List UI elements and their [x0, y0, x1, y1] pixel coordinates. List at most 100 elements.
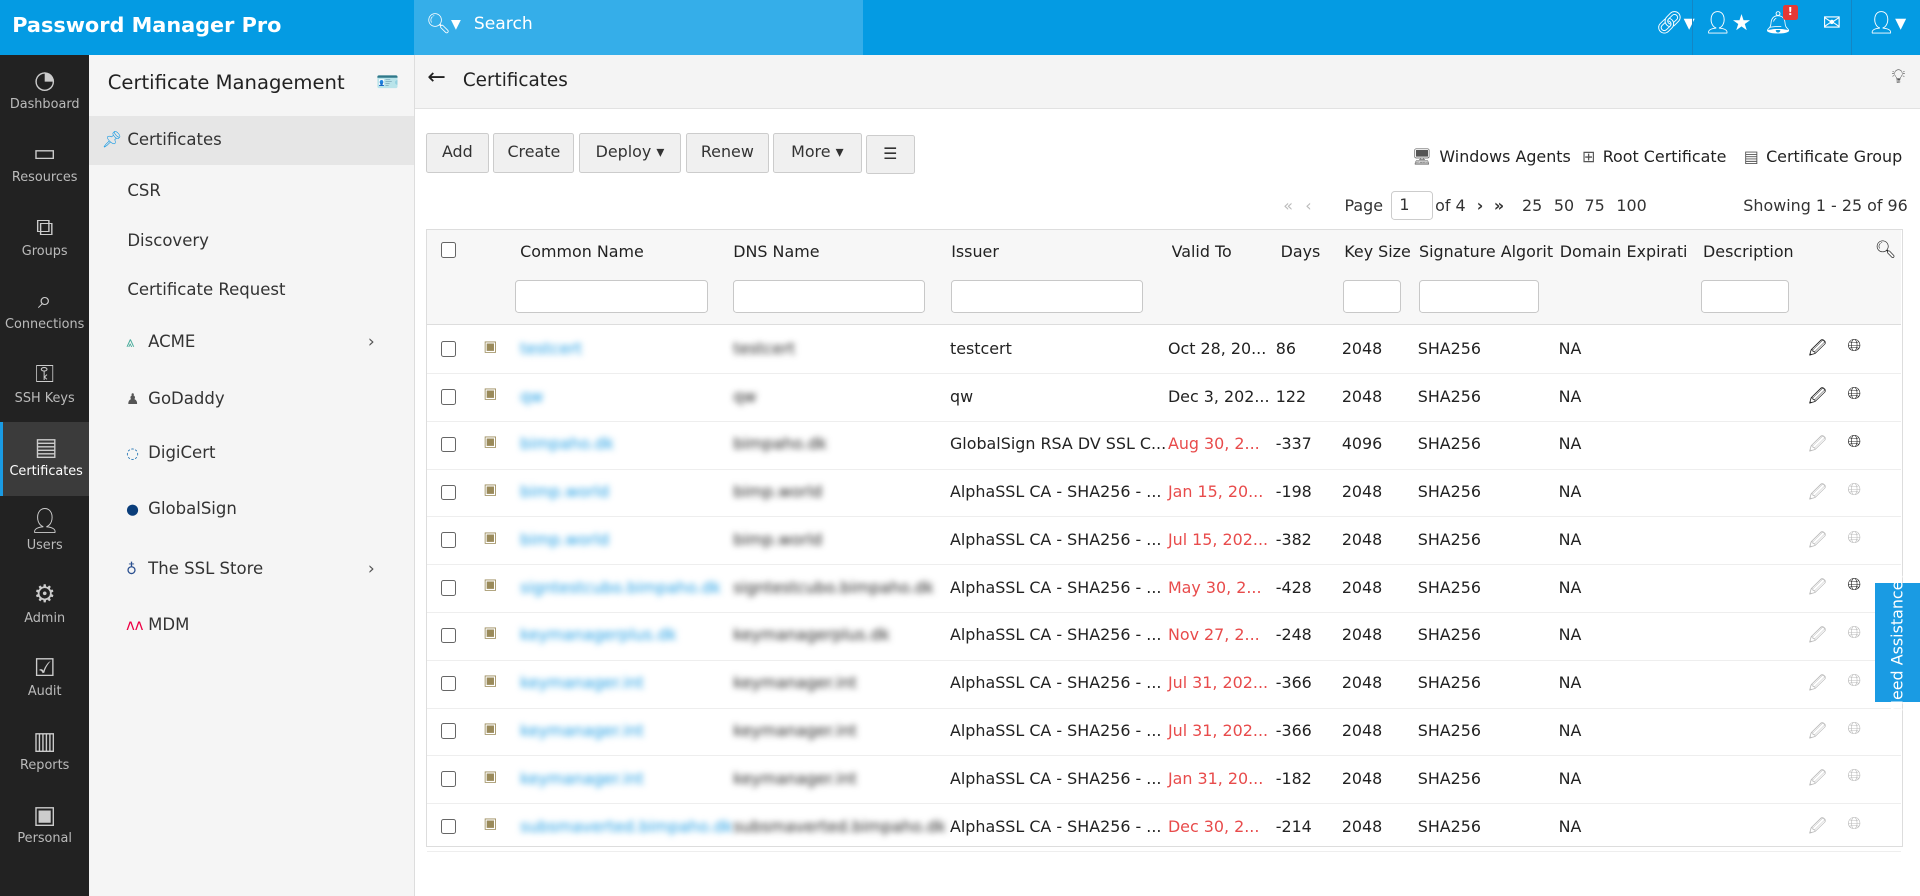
table-row[interactable]: ▣ keymanagerplus.dk keymanagerplus.dk Alpha… [427, 612, 1902, 661]
column-header[interactable]: Issuer [951, 242, 999, 261]
deploy-button[interactable]: Deploy ▾ [579, 133, 681, 173]
row-checkbox[interactable] [440, 341, 457, 357]
cell-name[interactable]: testcert [520, 339, 582, 358]
last-page-icon[interactable]: » [1494, 196, 1504, 215]
nav-admin[interactable]: ⚙ Admin [0, 569, 89, 642]
column-filter-input[interactable] [515, 280, 708, 314]
nav-reports[interactable]: ▥ Reports [0, 716, 89, 789]
logo[interactable]: Password Manager Pro [0, 0, 414, 55]
deploy-certificate-icon[interactable]: 🌐︎ [1848, 623, 1862, 643]
nav-certificates[interactable]: ▤ Certificates [0, 422, 90, 496]
cell-name[interactable]: keymanager.int [520, 721, 644, 740]
cell-name[interactable]: keymanager.int [520, 673, 644, 692]
sub-item-csr[interactable]: CSR [89, 167, 413, 216]
deploy-certificate-icon[interactable]: 🌐︎ [1848, 432, 1862, 452]
table-row[interactable]: ▣ signtestcubo.bimpaho.dk signtestcubo.bim… [427, 564, 1902, 613]
page-size-75[interactable]: 75 [1584, 196, 1604, 215]
create-button[interactable]: Create [493, 133, 575, 173]
cell-name[interactable]: qw [520, 387, 543, 406]
row-checkbox[interactable] [440, 771, 457, 787]
nav-ssh-keys[interactable]: ⚿ SSH Keys [0, 349, 89, 422]
search-icon[interactable]: 🔍︎▾ [426, 0, 461, 49]
certificate-group-link[interactable]: ▤ Certificate Group [1744, 147, 1902, 166]
sub-item-godaddy[interactable]: ♟ GoDaddy [89, 375, 413, 424]
deploy-certificate-icon[interactable]: 🌐︎ [1848, 480, 1862, 500]
deploy-certificate-icon[interactable]: 🌐︎ [1848, 528, 1862, 548]
cell-name[interactable]: bimpaho.dk [520, 434, 614, 453]
column-header[interactable]: Key Size [1344, 242, 1411, 261]
nav-dashboard[interactable]: ◔ Dashboard [0, 55, 89, 128]
row-checkbox[interactable] [440, 532, 457, 548]
column-filter-input[interactable] [1418, 280, 1539, 314]
prev-page-icon[interactable]: ‹ [1305, 196, 1311, 215]
lightbulb-icon[interactable]: 💡︎ [1892, 65, 1906, 88]
edit-certificate-icon[interactable]: 🖉 [1808, 432, 1826, 461]
sub-item-certificate-request[interactable]: Certificate Request [89, 266, 413, 315]
sub-item-digicert[interactable]: ◌ DigiCert [89, 429, 413, 478]
deploy-certificate-icon[interactable]: 🌐︎ [1848, 336, 1862, 356]
table-row[interactable]: ▣ testcert testcert testcert Oct 28, 20... 86… [427, 325, 1902, 375]
row-checkbox[interactable] [440, 484, 457, 501]
cell-name[interactable]: keymanagerplus.dk [520, 625, 677, 644]
cell-name[interactable]: signtestcubo.bimpaho.dk [520, 578, 721, 597]
edit-certificate-icon[interactable]: 🖉 [1808, 480, 1826, 509]
add-button[interactable]: Add [426, 133, 489, 173]
nav-groups[interactable]: ⧉ Groups [0, 202, 89, 275]
sub-item-the-ssl-store[interactable]: ♁ The SSL Store › [89, 545, 413, 594]
table-row[interactable]: ▣ keymanager.int keymanager.int AlphaSSL CA… [427, 755, 1902, 805]
pin-icon[interactable]: 📌︎ [102, 116, 123, 165]
deploy-certificate-icon[interactable]: 🌐︎ [1848, 384, 1862, 404]
more-button[interactable]: More ▾ [772, 133, 863, 173]
edit-certificate-icon[interactable]: 🖉 [1808, 336, 1826, 365]
cell-name[interactable]: bimp.world [520, 530, 609, 549]
column-filter-input[interactable] [733, 280, 926, 314]
table-row[interactable]: ▣ bimp.world bimp.world AlphaSSL CA - SHA25… [427, 469, 1902, 518]
nav-resources[interactable]: ▭ Resources [0, 129, 89, 202]
page-size-100[interactable]: 100 [1616, 196, 1646, 215]
edit-certificate-icon[interactable]: 🖉 [1808, 623, 1826, 652]
nav-users[interactable]: 👤︎ Users [0, 496, 89, 569]
page-size-25[interactable]: 25 [1522, 196, 1542, 215]
search-icon[interactable]: 🔍︎ [1875, 240, 1897, 260]
need-assistance-tab[interactable]: Need Assistance? [1874, 572, 1920, 712]
search-bar[interactable]: 🔍︎▾ Search [413, 0, 864, 56]
table-row[interactable]: ▣ bimp.world bimp.world AlphaSSL CA - SHA25… [427, 517, 1902, 566]
column-header[interactable]: Common Name [520, 242, 644, 261]
row-checkbox[interactable] [440, 723, 457, 739]
row-checkbox[interactable] [440, 436, 457, 453]
table-row[interactable]: ▣ qw qw qw Dec 3, 202... 122 2048 SHA256 NA 🖉 🌐︎ [427, 373, 1902, 422]
column-header[interactable]: Days [1281, 242, 1321, 261]
column-filter-input[interactable] [1343, 280, 1401, 314]
cell-name[interactable]: bimp.world [520, 482, 609, 501]
edit-certificate-icon[interactable]: 🖉 [1808, 814, 1826, 843]
column-filter-input[interactable] [951, 280, 1144, 314]
edit-certificate-icon[interactable]: 🖉 [1808, 528, 1826, 557]
edit-certificate-icon[interactable]: 🖉 [1808, 719, 1826, 748]
chevron-right-icon[interactable]: › [368, 318, 375, 367]
row-checkbox[interactable] [440, 580, 457, 596]
page-size-50[interactable]: 50 [1554, 196, 1574, 215]
list-view-button[interactable]: ☰ [865, 134, 915, 174]
cell-name[interactable]: subsmaverted.bimpaho.dk [520, 817, 733, 836]
cell-name[interactable]: keymanager.int [520, 769, 644, 788]
chevron-right-icon[interactable]: › [368, 545, 375, 594]
nav-audit[interactable]: ☑ Audit [0, 643, 89, 716]
column-filter-input[interactable] [1700, 280, 1789, 314]
sub-item-discovery[interactable]: Discovery [89, 217, 413, 266]
deploy-certificate-icon[interactable]: 🌐︎ [1848, 766, 1862, 786]
row-checkbox[interactable] [440, 818, 457, 835]
page-input[interactable]: 1 [1391, 191, 1433, 221]
nav-personal[interactable]: ▣ Personal [0, 790, 89, 863]
deploy-certificate-icon[interactable]: 🌐︎ [1848, 814, 1862, 834]
renew-button[interactable]: Renew [685, 133, 769, 173]
row-checkbox[interactable] [440, 389, 457, 405]
edit-certificate-icon[interactable]: 🖉 [1808, 671, 1826, 700]
user-menu-icon[interactable]: 👤︎▾ [1851, 0, 1920, 56]
nav-connections[interactable]: ⌕ Connections [0, 276, 89, 349]
select-all-checkbox[interactable] [440, 242, 457, 258]
back-arrow-icon[interactable]: ← [427, 65, 445, 90]
deploy-certificate-icon[interactable]: 🌐︎ [1848, 719, 1862, 739]
table-row[interactable]: ▣ bimpaho.dk bimpaho.dk GlobalSign RSA DV S… [427, 421, 1902, 470]
windows-agents-link[interactable]: 🖥︎ Windows Agents [1412, 147, 1571, 166]
column-header[interactable]: Domain Expirati [1560, 242, 1697, 261]
